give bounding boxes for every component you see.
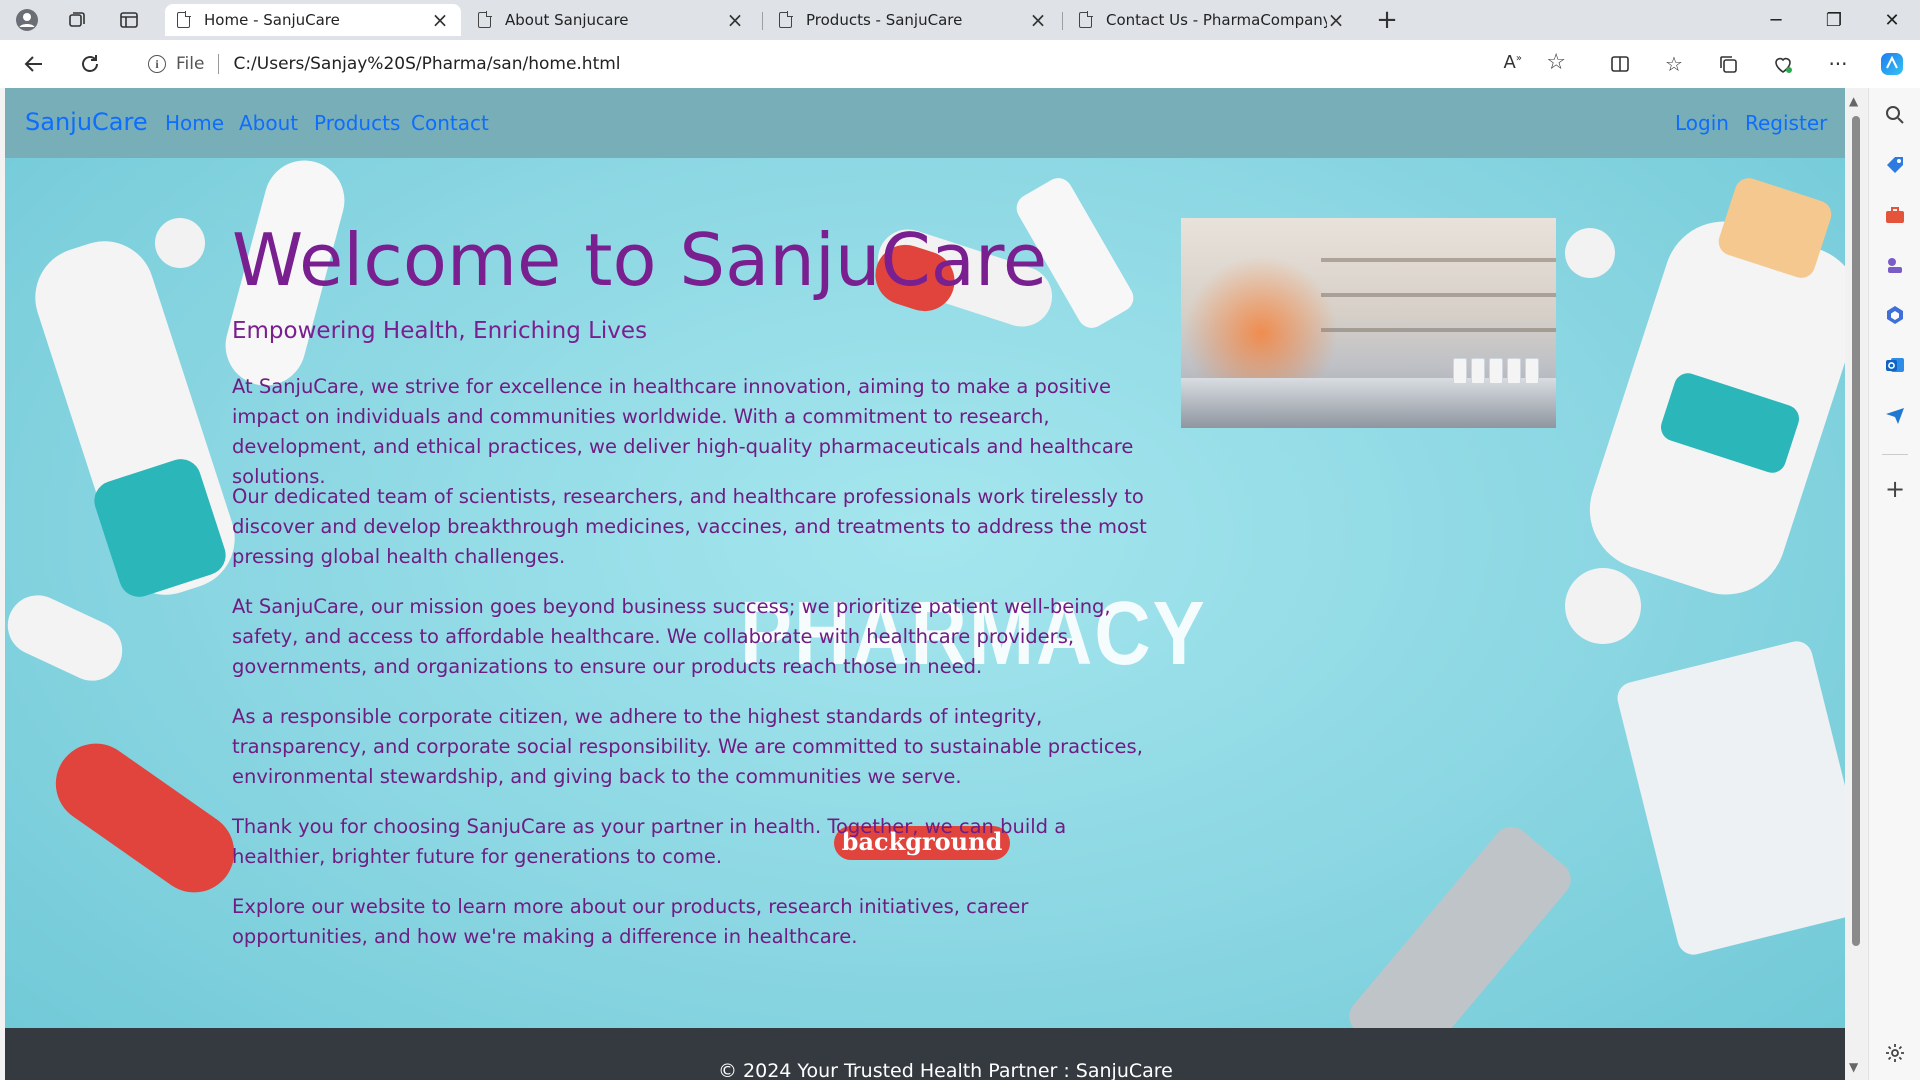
profile-icon[interactable] <box>12 6 42 34</box>
nav-link-register[interactable]: Register <box>1745 111 1827 135</box>
restore-button[interactable]: ❐ <box>1806 0 1862 40</box>
tab-products[interactable]: Products - SanjuCare × <box>767 4 1059 36</box>
tab-home[interactable]: Home - SanjuCare × <box>165 4 461 36</box>
sidebar-search-icon[interactable] <box>1882 102 1908 128</box>
responsibility-paragraph: As a responsible corporate citizen, we a… <box>232 705 1143 788</box>
collections-icon[interactable] <box>1710 48 1746 80</box>
new-tab-button[interactable]: + <box>1372 5 1402 35</box>
scroll-thumb[interactable] <box>1852 116 1860 946</box>
web-page: PHARMACY background SanjuCare Home About… <box>5 88 1845 1080</box>
close-window-button[interactable]: ✕ <box>1864 0 1920 40</box>
nav-link-contact[interactable]: Contact <box>411 111 489 135</box>
tab-title: About Sanjucare <box>505 11 629 29</box>
mission-paragraph: At SanjuCare, our mission goes beyond bu… <box>232 595 1111 678</box>
tab-separator <box>762 12 763 30</box>
tab-actions-icon[interactable] <box>114 6 144 34</box>
games-icon[interactable] <box>1882 252 1908 278</box>
favorite-star-icon[interactable]: ☆ <box>1546 50 1566 75</box>
favorites-icon[interactable]: ☆ <box>1656 48 1692 80</box>
workspaces-icon[interactable] <box>62 6 92 34</box>
send-drop-icon[interactable] <box>1882 402 1908 428</box>
footer-text: © 2024 Your Trusted Health Partner : San… <box>718 1060 1173 1080</box>
tab-title: Contact Us - PharmaCompany <box>1106 11 1327 29</box>
explore-paragraph: Explore our website to learn more about … <box>232 895 1029 948</box>
tab-contact[interactable]: Contact Us - PharmaCompany × <box>1067 4 1357 36</box>
shopping-tag-icon[interactable] <box>1882 152 1908 178</box>
address-divider <box>218 54 220 74</box>
microsoft-365-icon[interactable] <box>1882 302 1908 328</box>
intro-paragraph: At SanjuCare, we strive for excellence i… <box>232 375 1134 488</box>
back-button[interactable] <box>16 48 52 80</box>
page-icon <box>779 11 793 28</box>
minimize-button[interactable]: ─ <box>1748 0 1804 40</box>
page-icon <box>1079 11 1093 28</box>
sidebar-settings-icon[interactable] <box>1882 1040 1908 1066</box>
copilot-icon[interactable] <box>1874 48 1910 80</box>
browser-tab-strip: Home - SanjuCare × About Sanjucare × Pro… <box>0 0 1920 40</box>
read-aloud-icon[interactable]: A» <box>1504 52 1522 73</box>
scheme-label: File <box>176 54 205 74</box>
hero-title: Welcome to SanjuCare <box>232 218 1048 302</box>
nav-link-home[interactable]: Home <box>165 111 224 135</box>
refresh-button[interactable] <box>72 48 108 80</box>
url-text[interactable]: C:/Users/Sanjay%20S/Pharma/san/home.html <box>233 54 620 74</box>
page-icon <box>177 11 191 28</box>
hero-subtitle: Empowering Health, Enriching Lives <box>232 318 648 344</box>
nav-link-login[interactable]: Login <box>1675 111 1729 135</box>
sidebar-divider <box>1882 454 1908 455</box>
tab-title: Products - SanjuCare <box>806 11 963 29</box>
tab-title: Home - SanjuCare <box>204 11 340 29</box>
close-tab-icon[interactable]: × <box>1327 8 1345 32</box>
team-paragraph: Our dedicated team of scientists, resear… <box>232 485 1147 568</box>
browser-toolbar: i File C:/Users/Sanjay%20S/Pharma/san/ho… <box>0 40 1920 88</box>
pharmacy-photo <box>1181 218 1556 428</box>
thank-you-paragraph: Thank you for choosing SanjuCare as your… <box>232 815 1067 868</box>
scroll-down-arrow-icon[interactable]: ▼ <box>1849 1060 1858 1074</box>
close-tab-icon[interactable]: × <box>726 8 744 32</box>
close-tab-icon[interactable]: × <box>1029 8 1047 32</box>
split-screen-icon[interactable] <box>1602 48 1638 80</box>
page-scrollbar[interactable]: ▲ ▼ <box>1845 88 1867 1080</box>
browser-essentials-icon[interactable] <box>1765 48 1801 80</box>
add-sidebar-app-icon[interactable]: + <box>1882 475 1908 503</box>
scroll-up-arrow-icon[interactable]: ▲ <box>1849 94 1858 108</box>
page-icon <box>478 11 492 28</box>
address-bar[interactable]: i File C:/Users/Sanjay%20S/Pharma/san/ho… <box>126 46 1584 82</box>
more-menu-icon[interactable]: ··· <box>1820 48 1856 80</box>
tab-separator <box>1062 12 1063 30</box>
edge-sidebar: + <box>1868 88 1920 1080</box>
outlook-icon[interactable] <box>1882 352 1908 378</box>
nav-link-products[interactable]: Products <box>314 111 400 135</box>
site-navbar: SanjuCare Home About Products Contact Lo… <box>5 88 1845 158</box>
tools-briefcase-icon[interactable] <box>1882 202 1908 228</box>
tab-about[interactable]: About Sanjucare × <box>466 4 756 36</box>
close-tab-icon[interactable]: × <box>431 8 449 32</box>
site-footer: © 2024 Your Trusted Health Partner : San… <box>5 1028 1845 1080</box>
brand-link[interactable]: SanjuCare <box>25 108 148 136</box>
site-info-icon[interactable]: i <box>148 55 166 73</box>
nav-link-about[interactable]: About <box>239 111 298 135</box>
